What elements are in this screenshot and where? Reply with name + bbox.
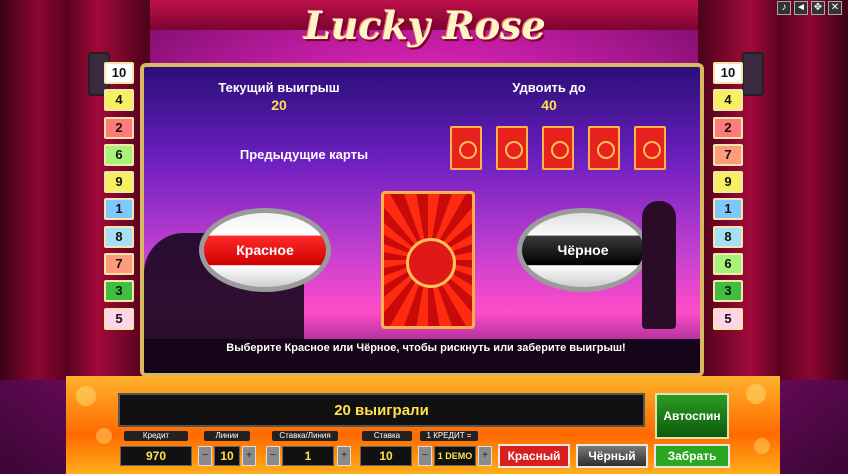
red-choice-label: Красное bbox=[236, 242, 294, 258]
payline-left-5: 5 bbox=[104, 307, 134, 330]
previous-card bbox=[450, 126, 482, 170]
game-logo: Lucky Rose bbox=[304, 2, 546, 48]
black-choice-button[interactable]: Чёрное bbox=[517, 208, 649, 292]
bet-display: 10 bbox=[360, 446, 412, 466]
lines-minus-button[interactable]: − bbox=[198, 446, 212, 466]
previous-cards-label: Предыдущие карты bbox=[239, 147, 369, 162]
top-icons: ♪ ◄ ✥ ✕ bbox=[777, 1, 842, 15]
credit-ratio-label: 1 КРЕДИТ = bbox=[420, 431, 478, 441]
payline-right-3: 3 bbox=[713, 280, 743, 303]
payline-left-2: 2 bbox=[104, 116, 134, 139]
bet-label: Ставка bbox=[362, 431, 412, 441]
gamble-instruction: Выберите Красное или Чёрное, чтобы рискн… bbox=[226, 342, 626, 354]
current-win-value: 20 bbox=[271, 97, 287, 113]
paylines-left: 10 4 2 6 9 1 8 7 3 5 bbox=[104, 62, 134, 335]
double-to-value: 40 bbox=[541, 97, 557, 113]
payline-right-6: 6 bbox=[713, 253, 743, 276]
lines-plus-button[interactable]: + bbox=[242, 446, 256, 466]
current-card-back bbox=[381, 191, 475, 329]
gamble-panel: Текущий выигрыш 20 Удвоить до 40 Предыду… bbox=[140, 63, 704, 377]
red-choice-button[interactable]: Красное bbox=[199, 208, 331, 292]
payline-right-7: 7 bbox=[713, 143, 743, 166]
autospin-button[interactable]: Автоспин bbox=[655, 393, 729, 439]
payline-left-6: 6 bbox=[104, 143, 134, 166]
red-button[interactable]: Красный bbox=[498, 444, 570, 468]
payline-right-1: 1 bbox=[713, 198, 743, 221]
previous-card bbox=[634, 126, 666, 170]
denomination-plus-button[interactable]: + bbox=[478, 446, 492, 466]
denomination-minus-button[interactable]: − bbox=[418, 446, 432, 466]
payline-left-7: 7 bbox=[104, 253, 134, 276]
lamp-right bbox=[742, 52, 764, 96]
payline-right-10: 10 bbox=[713, 62, 743, 84]
black-button[interactable]: Чёрный bbox=[576, 444, 648, 468]
win-message: 20 выиграли bbox=[118, 393, 645, 427]
payline-left-1: 1 bbox=[104, 198, 134, 221]
lines-display: 10 bbox=[214, 446, 240, 466]
double-to-label: Удвоить до bbox=[512, 80, 586, 95]
previous-card bbox=[496, 126, 528, 170]
music-icon[interactable]: ♪ bbox=[777, 1, 791, 15]
payline-left-10: 10 bbox=[104, 62, 134, 84]
fullscreen-icon[interactable]: ✥ bbox=[811, 1, 825, 15]
payline-left-3: 3 bbox=[104, 280, 134, 303]
previous-card bbox=[588, 126, 620, 170]
payline-right-4: 4 bbox=[713, 89, 743, 112]
lines-label: Линии bbox=[204, 431, 250, 441]
payline-right-8: 8 bbox=[713, 225, 743, 248]
payline-right-2: 2 bbox=[713, 116, 743, 139]
denomination-display: 1 DEMO bbox=[434, 446, 476, 466]
current-win-label: Текущий выигрыш bbox=[218, 80, 340, 95]
payline-left-9: 9 bbox=[104, 171, 134, 194]
payline-left-8: 8 bbox=[104, 225, 134, 248]
paylines-right: 10 4 2 7 9 1 8 6 3 5 bbox=[713, 62, 743, 335]
payline-right-9: 9 bbox=[713, 171, 743, 194]
previous-card bbox=[542, 126, 574, 170]
character-figure bbox=[642, 201, 676, 329]
bet-per-line-label: Ставка/Линия bbox=[272, 431, 338, 441]
payline-right-5: 5 bbox=[713, 307, 743, 330]
take-win-button[interactable]: Забрать bbox=[654, 444, 730, 468]
black-choice-label: Чёрное bbox=[557, 242, 609, 258]
bet-per-line-minus-button[interactable]: − bbox=[266, 446, 280, 466]
close-icon[interactable]: ✕ bbox=[828, 1, 842, 15]
bet-per-line-display: 1 bbox=[282, 446, 334, 466]
sound-icon[interactable]: ◄ bbox=[794, 1, 808, 15]
credit-label: Кредит bbox=[124, 431, 188, 441]
bet-per-line-plus-button[interactable]: + bbox=[337, 446, 351, 466]
credit-display: 970 bbox=[120, 446, 192, 466]
payline-left-4: 4 bbox=[104, 89, 134, 112]
